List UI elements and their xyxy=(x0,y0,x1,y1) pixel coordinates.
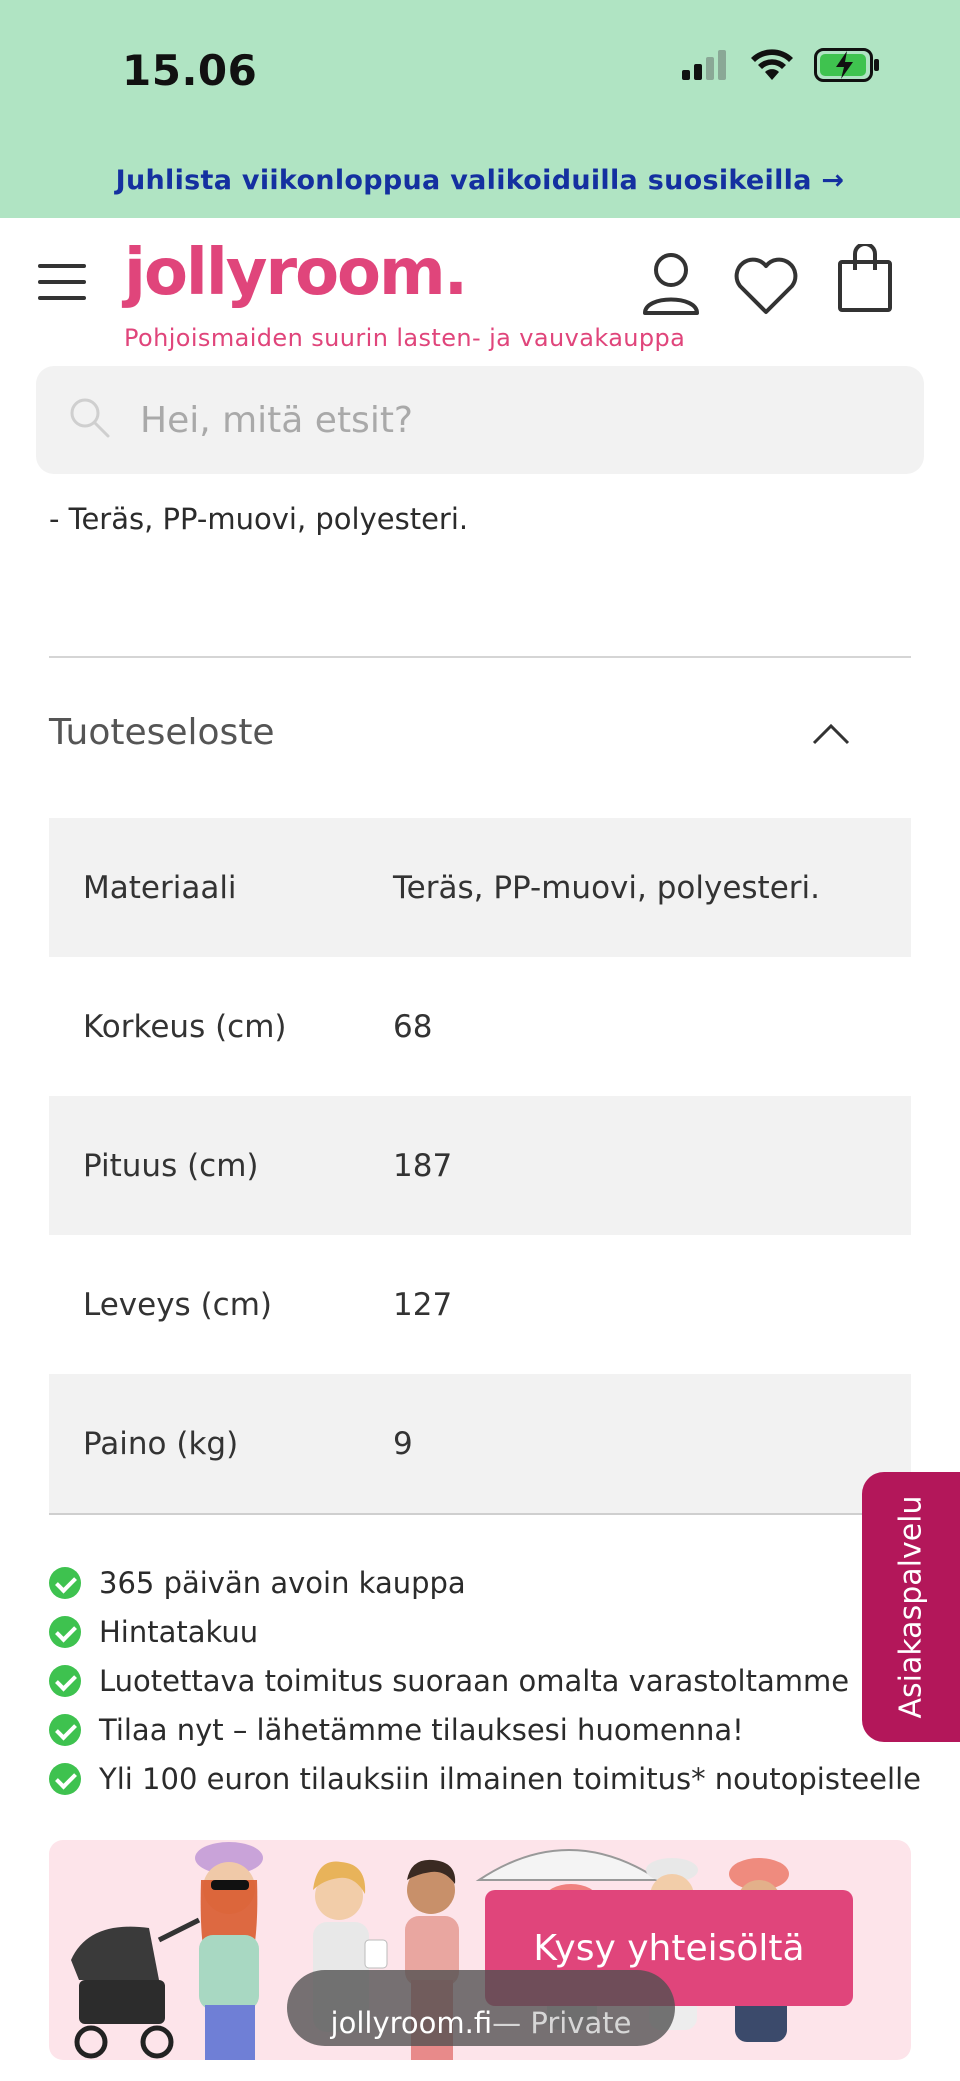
menu-icon[interactable] xyxy=(38,264,86,300)
list-item: Hintatakuu xyxy=(49,1607,909,1656)
private-mode-label: — Private xyxy=(492,2006,632,2040)
spec-key: Pituus (cm) xyxy=(83,1147,259,1184)
search-bar[interactable] xyxy=(36,366,924,474)
spec-value: Teräs, PP-muovi, polyesteri. xyxy=(393,869,820,906)
product-specs-table: Materiaali Teräs, PP-muovi, polyesteri. … xyxy=(49,818,911,1513)
spec-value: 68 xyxy=(393,1008,433,1045)
customer-service-label[interactable]: Asiakaspalvelu xyxy=(894,1495,929,1718)
check-circle-icon xyxy=(49,1566,81,1599)
spec-row: Materiaali Teräs, PP-muovi, polyesteri. xyxy=(49,818,911,957)
chevron-up-icon[interactable] xyxy=(811,722,851,746)
search-icon xyxy=(70,398,110,438)
spec-value: 127 xyxy=(393,1286,453,1323)
wifi-icon xyxy=(751,49,793,80)
product-specs-toggle[interactable]: Tuoteseloste xyxy=(49,712,911,772)
promo-banner[interactable]: Juhlista viikonloppua valikoiduilla suos… xyxy=(0,150,960,218)
status-bar: 15.06 xyxy=(0,0,960,150)
list-item: Luotettava toimitus suoraan omalta varas… xyxy=(49,1656,909,1705)
spec-row: Korkeus (cm) 68 xyxy=(49,957,911,1096)
benefit-text: Yli 100 euron tilauksiin ilmainen toimit… xyxy=(99,1761,921,1796)
check-circle-icon xyxy=(49,1664,81,1697)
list-item: Tilaa nyt – lähetämme tilauksesi huomenn… xyxy=(49,1705,909,1754)
promo-text[interactable]: Juhlista viikonloppua valikoiduilla suos… xyxy=(116,165,845,196)
spec-key: Paino (kg) xyxy=(83,1425,239,1462)
spec-key: Leveys (cm) xyxy=(83,1286,272,1323)
battery-charging-icon xyxy=(814,48,879,82)
signal-icon xyxy=(682,50,726,80)
spec-row: Pituus (cm) 187 xyxy=(49,1096,911,1235)
benefit-text: 365 päivän avoin kauppa xyxy=(99,1565,466,1600)
product-specs-title: Tuoteseloste xyxy=(49,712,275,753)
wishlist-icon[interactable] xyxy=(732,254,800,316)
site-header: jollyroom. Pohjoismaiden suurin lasten- … xyxy=(0,218,960,366)
url-domain: jollyroom.fi xyxy=(330,2006,493,2040)
spec-key: Korkeus (cm) xyxy=(83,1008,287,1045)
status-time: 15.06 xyxy=(122,46,258,95)
list-item: 365 päivän avoin kauppa xyxy=(49,1558,909,1607)
cart-icon[interactable] xyxy=(836,244,894,314)
benefit-text: Luotettava toimitus suoraan omalta varas… xyxy=(99,1663,850,1698)
benefit-text: Tilaa nyt – lähetämme tilauksesi huomenn… xyxy=(99,1712,744,1747)
spec-key: Materiaali xyxy=(83,869,237,906)
search-input[interactable] xyxy=(140,392,880,448)
benefit-text: Hintatakuu xyxy=(99,1614,259,1649)
character-illustration xyxy=(195,1842,263,2060)
table-divider xyxy=(49,1513,911,1515)
material-note: - Teräs, PP-muovi, polyesteri. xyxy=(49,502,469,536)
check-circle-icon xyxy=(49,1615,81,1648)
browser-url-bar[interactable]: jollyroom.fi — Private xyxy=(287,1970,675,2046)
check-circle-icon xyxy=(49,1713,81,1746)
spec-value: 9 xyxy=(393,1425,413,1462)
account-icon[interactable] xyxy=(640,250,702,316)
spec-value: 187 xyxy=(393,1147,453,1184)
stroller-illustration xyxy=(71,1917,201,2059)
spec-row: Leveys (cm) 127 xyxy=(49,1235,911,1374)
section-divider xyxy=(49,656,911,658)
list-item: Yli 100 euron tilauksiin ilmainen toimit… xyxy=(49,1754,921,1803)
check-circle-icon xyxy=(49,1762,81,1795)
site-logo[interactable]: jollyroom. xyxy=(124,236,468,310)
customer-service-tab[interactable]: Asiakaspalvelu xyxy=(862,1472,960,1742)
benefits-list: 365 päivän avoin kauppa Hintatakuu Luote… xyxy=(49,1558,921,1803)
status-icons xyxy=(680,48,880,82)
spec-row: Paino (kg) 9 xyxy=(49,1374,911,1513)
site-tagline: Pohjoismaiden suurin lasten- ja vauvakau… xyxy=(124,324,686,352)
